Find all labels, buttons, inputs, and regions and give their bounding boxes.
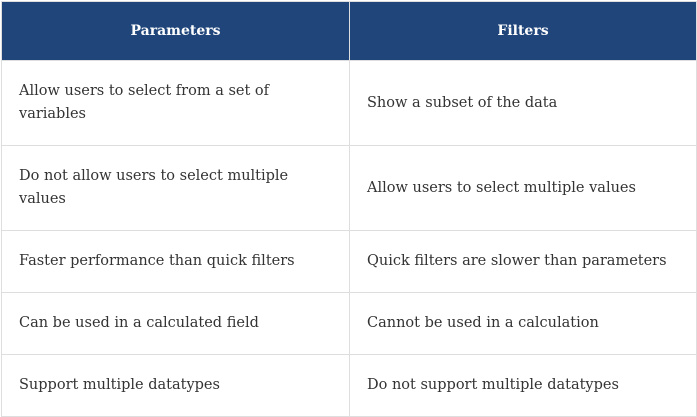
parameters-cell: Do not allow users to select multiple va… — [1, 145, 350, 231]
table-row: Faster performance than quick filters Qu… — [1, 230, 697, 293]
table-body: Allow users to select from a set of vari… — [1, 60, 697, 417]
table-row: Support multiple datatypes Do not suppor… — [1, 354, 697, 417]
filters-cell: Show a subset of the data — [349, 60, 697, 146]
parameters-cell: Support multiple datatypes — [1, 354, 350, 417]
header-row: Parameters Filters — [1, 1, 697, 61]
filters-cell: Do not support multiple datatypes — [349, 354, 697, 417]
table-row: Allow users to select from a set of vari… — [1, 60, 697, 146]
header-filters: Filters — [349, 1, 697, 61]
parameters-cell: Can be used in a calculated field — [1, 292, 350, 355]
comparison-table: Parameters Filters Allow users to select… — [1, 1, 697, 417]
parameters-cell: Faster performance than quick filters — [1, 230, 350, 293]
table-header: Parameters Filters — [1, 1, 697, 61]
parameters-cell: Allow users to select from a set of vari… — [1, 60, 350, 146]
filters-cell: Allow users to select multiple values — [349, 145, 697, 231]
table-row: Do not allow users to select multiple va… — [1, 145, 697, 231]
table-row: Can be used in a calculated field Cannot… — [1, 292, 697, 355]
header-parameters: Parameters — [1, 1, 350, 61]
filters-cell: Cannot be used in a calculation — [349, 292, 697, 355]
filters-cell: Quick filters are slower than parameters — [349, 230, 697, 293]
